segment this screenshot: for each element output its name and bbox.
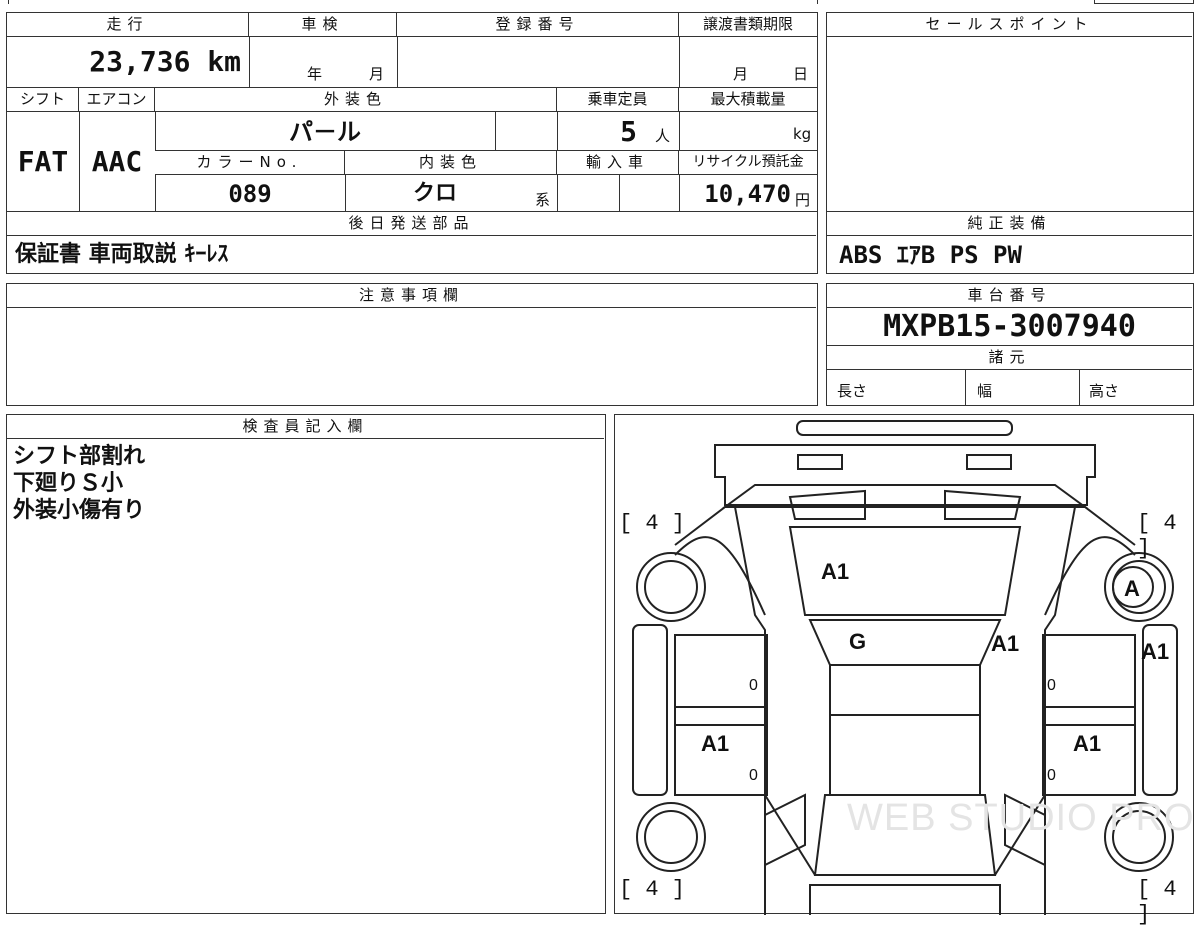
wheel-fr-damage: A [1124, 576, 1140, 601]
specs-width-label: 幅 [977, 382, 993, 400]
specs-header: 諸元 [827, 346, 1192, 370]
inspector-header: 検査員記入欄 [7, 415, 604, 439]
zero-mark-3: 0 [749, 767, 758, 784]
genuine-equipment-header: 純正装備 [827, 212, 1192, 236]
genuine-equipment-box: 純正装備 ABS ｴｱB PS PW [826, 211, 1194, 274]
later-parts-box: 後日発送部品 保証書 車両取説 ｷｰﾚｽ [6, 211, 818, 274]
shaken-year-label: 年 [307, 65, 323, 83]
recycle-header: リサイクル預託金 [679, 151, 817, 175]
vehicle-info-table: 走行 車検 登録番号 譲渡書類期限 23,736 km 年 月 月 日 シフト … [6, 12, 818, 212]
chassis-value: MXPB15-3007940 [883, 309, 1136, 344]
zero-mark-4: 0 [1047, 767, 1056, 784]
registration-header: 登録番号 [397, 13, 679, 37]
hood-damage: A1 [821, 559, 850, 584]
later-parts-value: 保証書 車両取説 ｷｰﾚｽ [15, 242, 229, 267]
color-no-value: 089 [228, 180, 272, 208]
capacity-unit: 人 [655, 127, 671, 145]
inspector-line-2: 下廻りＳ小 [13, 471, 124, 496]
fender-right-damage: A1 [991, 631, 1020, 656]
recycle-value: 10,470 [704, 180, 791, 208]
deadline-day-label: 日 [793, 65, 809, 83]
sales-point-header: セールスポイント [827, 13, 1192, 37]
max-load-header: 最大積載量 [679, 88, 817, 112]
notes-header: 注意事項欄 [7, 284, 816, 308]
tire-fl-rating: [ 4 ] [619, 511, 686, 536]
inspector-line-1: シフト部割れ [13, 444, 146, 469]
max-load-unit: kg [793, 125, 812, 143]
interior-color-header: 内装色 [345, 151, 557, 175]
exterior-color-header: 外装色 [155, 88, 557, 112]
mileage-value: 23,736 km [89, 45, 241, 78]
tire-rr-rating: [ 4 ] [1137, 877, 1177, 927]
shift-value: FAT [17, 145, 69, 178]
notes-box: 注意事項欄 [6, 283, 818, 406]
door-rr-damage: A1 [1073, 731, 1102, 756]
shaken-header: 車検 [249, 13, 397, 37]
car-diagram-box: [ 4 ] [ 4 ] [ 4 ] [ 4 ] A1 G A1 A A1 A1 … [614, 414, 1195, 927]
mileage-header: 走行 [7, 13, 249, 37]
specs-length-label: 長さ [837, 382, 868, 400]
interior-color-value: クロ [412, 181, 457, 206]
recycle-unit: 円 [795, 191, 811, 209]
exterior-color-value: パ－ル [289, 118, 361, 146]
import-header: 輸入車 [557, 151, 679, 175]
color-no-header: カラーNo. [155, 151, 345, 175]
aircon-value: AAC [91, 145, 143, 178]
inspector-line-3: 外装小傷有り [13, 498, 146, 523]
specs-height-label: 高さ [1089, 382, 1120, 400]
chassis-header: 車台番号 [827, 284, 1192, 308]
capacity-header: 乗車定員 [557, 88, 679, 112]
tire-fr-rating: [ 4 ] [1137, 511, 1177, 561]
shift-header: シフト [7, 88, 79, 112]
zero-mark-1: 0 [749, 677, 758, 694]
right-side-damage: A1 [1141, 639, 1170, 664]
chassis-box: 車台番号 MXPB15-3007940 諸元 長さ 幅 高さ [826, 283, 1194, 406]
watermark: WEB STUDIO PRO [847, 797, 1195, 839]
transfer-deadline-header: 譲渡書類期限 [679, 13, 817, 37]
zero-mark-2: 0 [1047, 677, 1056, 694]
top-cut-strip [8, 0, 818, 4]
car-diagram-svg [632, 420, 1178, 915]
capacity-value: 5 [620, 115, 637, 148]
shaken-month-label: 月 [369, 65, 385, 83]
top-cut-strip-right [1094, 0, 1194, 4]
windshield-damage: G [849, 629, 867, 654]
genuine-equipment-value: ABS ｴｱB PS PW [839, 241, 1022, 269]
interior-color-suffix: 系 [535, 191, 551, 209]
aircon-header: エアコン [79, 88, 155, 112]
door-rl-damage: A1 [701, 731, 730, 756]
deadline-month-label: 月 [733, 65, 749, 83]
tire-rl-rating: [ 4 ] [619, 877, 686, 902]
later-parts-header: 後日発送部品 [7, 212, 816, 236]
sales-point-box: セールスポイント [826, 12, 1194, 212]
inspector-box: 検査員記入欄 シフト部割れ 下廻りＳ小 外装小傷有り [6, 414, 606, 914]
